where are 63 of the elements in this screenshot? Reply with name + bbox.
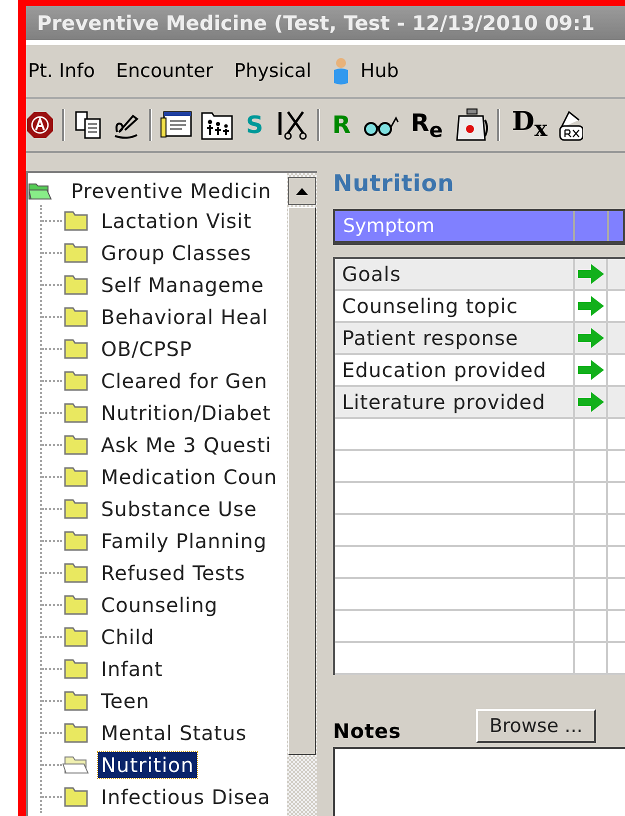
section-title: Nutrition bbox=[333, 171, 456, 199]
tree-item[interactable]: OB/CPSP bbox=[98, 336, 196, 362]
copy-icon[interactable] bbox=[73, 110, 103, 140]
arrow-right-icon[interactable] bbox=[576, 359, 604, 381]
menu-item[interactable]: Physical bbox=[234, 60, 312, 82]
medical-bag-icon[interactable] bbox=[454, 108, 489, 142]
tree-item[interactable]: Infant bbox=[98, 656, 166, 682]
tree-item[interactable]: Infectious Disea bbox=[98, 784, 274, 810]
notes-label: Notes bbox=[333, 719, 402, 743]
tree-item[interactable]: Cleared for Gen bbox=[98, 368, 271, 394]
tree-item[interactable]: Nutrition/Diabet bbox=[98, 400, 274, 426]
tree-item[interactable]: Child bbox=[98, 624, 158, 650]
tree-item[interactable]: Teen bbox=[98, 688, 153, 714]
menu-item[interactable]: Hub bbox=[360, 60, 399, 82]
person-icon bbox=[332, 56, 350, 86]
folder-icon bbox=[62, 465, 90, 489]
table-cell: Counseling topic bbox=[335, 291, 575, 321]
folder-icon bbox=[62, 305, 90, 329]
table-cell: Literature provided bbox=[335, 387, 575, 417]
folder-icon bbox=[62, 241, 90, 265]
tree-item[interactable]: Substance Use bbox=[98, 496, 260, 522]
folder-icon bbox=[62, 433, 90, 457]
browse-button[interactable]: Browse ... bbox=[476, 709, 596, 743]
folder-icon bbox=[62, 689, 90, 713]
toolbar-letter[interactable]: D$_{x}$ bbox=[508, 107, 552, 143]
tree-item[interactable]: Lactation Visit bbox=[98, 208, 255, 234]
table-cell: Goals bbox=[335, 259, 575, 289]
tree-item[interactable]: Family Planning bbox=[98, 528, 270, 554]
menu-item[interactable]: Encounter bbox=[116, 60, 214, 82]
folder-icon bbox=[62, 337, 90, 361]
window-title: Preventive Medicine (Test, Test - 12/13/2010 09:1 bbox=[26, 6, 625, 45]
rx-box-icon[interactable] bbox=[559, 108, 584, 142]
scroll-up-icon[interactable] bbox=[288, 177, 316, 205]
folder-icon bbox=[62, 401, 90, 425]
folder-icon bbox=[62, 529, 90, 553]
tree-item[interactable]: Counseling bbox=[98, 592, 221, 618]
folder-icon bbox=[62, 273, 90, 297]
folder-icon bbox=[62, 785, 90, 809]
toolbar-letter[interactable]: R$_{e}$ bbox=[406, 108, 447, 142]
folder-icon bbox=[62, 625, 90, 649]
tree-item[interactable]: Group Classes bbox=[98, 240, 254, 266]
folder-icon bbox=[62, 369, 90, 393]
folder-icon bbox=[62, 593, 90, 617]
tree-item[interactable]: Behavioral Heal bbox=[98, 304, 272, 330]
form-icon[interactable] bbox=[160, 110, 192, 140]
tree-item[interactable]: Self Manageme bbox=[98, 272, 267, 298]
folder-icon bbox=[62, 497, 90, 521]
folder-icon bbox=[62, 561, 90, 585]
folder-icon bbox=[62, 657, 90, 681]
menu-item[interactable]: Pt. Info bbox=[28, 60, 95, 82]
table-cell: Patient response bbox=[335, 323, 575, 353]
tree-item[interactable]: Refused Tests bbox=[98, 560, 248, 586]
tree-item[interactable]: Ask Me 3 Questi bbox=[98, 432, 275, 458]
tree-item[interactable]: Mental Status bbox=[98, 720, 250, 746]
folder-icon bbox=[62, 721, 90, 745]
tree-item[interactable]: Nutrition bbox=[98, 752, 197, 778]
folder-icon bbox=[62, 209, 90, 233]
tree-item[interactable]: Medication Coun bbox=[98, 464, 280, 490]
open-folder-icon[interactable] bbox=[28, 181, 52, 201]
tree-item[interactable]: Preventive Medicin bbox=[68, 178, 274, 204]
arrow-right-icon[interactable] bbox=[576, 295, 604, 317]
table-cell: Education provided bbox=[335, 355, 575, 385]
stop-icon[interactable] bbox=[26, 111, 54, 139]
